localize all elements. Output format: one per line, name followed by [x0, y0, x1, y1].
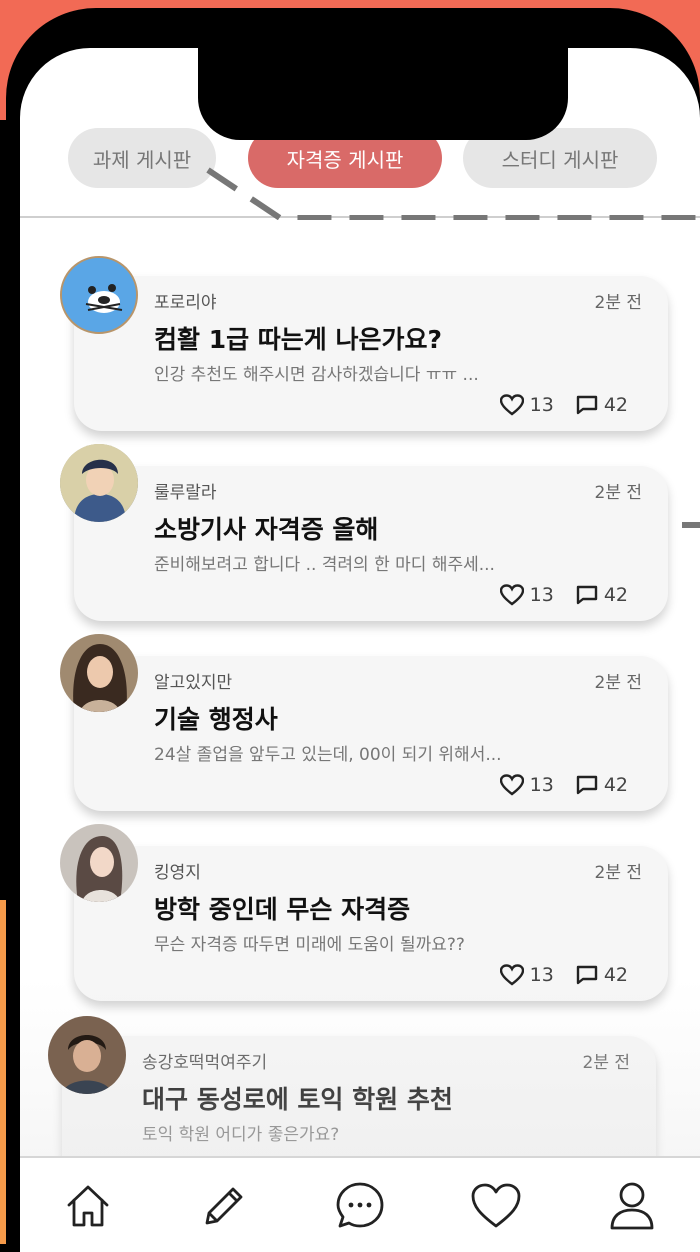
post-time: 2분 전 [594, 863, 643, 883]
post-title: 컴활 1급 따는게 나은가요? [154, 325, 443, 354]
otter-avatar-icon [62, 258, 136, 332]
post-time: 2분 전 [594, 293, 643, 313]
bottom-nav [20, 1156, 700, 1252]
profile-icon [610, 1182, 654, 1230]
avatar[interactable] [60, 824, 138, 902]
post-time: 2분 전 [594, 673, 643, 693]
comment-count: 42 [603, 964, 628, 986]
post-preview: 준비해보려고 합니다 .. 격려의 한 마디 해주세... [154, 555, 495, 575]
post-time: 2분 전 [582, 1053, 631, 1073]
like-heart-icon[interactable] [499, 394, 524, 416]
tab-assignment-board[interactable]: 과제 게시판 [68, 128, 216, 188]
post-preview: 인강 추천도 해주시면 감사하겠습니다 ㅠㅠ ... [154, 365, 479, 385]
avatar[interactable] [60, 256, 138, 334]
avatar[interactable] [60, 444, 138, 522]
post-card[interactable]: 알고있지만 2분 전 기술 행정사 24살 졸업을 앞두고 있는데, 00이 되… [74, 656, 668, 811]
comment-count: 42 [603, 584, 628, 606]
phone-frame: 과제 게시판 자격증 게시판 스터디 게시판 포로리야 2분 전 컴활 1급 따… [6, 8, 700, 1252]
post-author: 송강호떡먹여주기 [142, 1053, 268, 1073]
post-stats: 13 42 [499, 774, 628, 796]
post-author: 포로리야 [154, 293, 217, 313]
avatar[interactable] [60, 634, 138, 712]
woman-avatar-2-icon [60, 824, 138, 902]
nav-chat[interactable] [325, 1171, 395, 1241]
post-stats: 13 42 [499, 964, 628, 986]
post-time: 2분 전 [594, 483, 643, 503]
nav-home[interactable] [53, 1171, 123, 1241]
post-author: 알고있지만 [154, 673, 233, 693]
like-heart-icon[interactable] [499, 584, 524, 606]
post-card[interactable]: 룰루랄라 2분 전 소방기사 자격증 올해 준비해보려고 합니다 .. 격려의 … [74, 466, 668, 621]
comment-count: 42 [603, 394, 628, 416]
comment-count: 42 [603, 774, 628, 796]
post-card[interactable]: 킹영지 2분 전 방학 중인데 무슨 자격증 무슨 자격증 따두면 미래에 도움… [74, 846, 668, 1001]
like-count: 13 [529, 964, 554, 986]
like-count: 13 [529, 394, 554, 416]
post-preview: 토익 학원 어디가 좋은가요? [142, 1125, 340, 1145]
post-preview: 무슨 자격증 따두면 미래에 도움이 될까요?? [154, 935, 465, 955]
home-icon [67, 1185, 109, 1227]
post-card[interactable]: 포로리야 2분 전 컴활 1급 따는게 나은가요? 인강 추천도 해주시면 감사… [74, 276, 668, 431]
chat-icon [336, 1182, 384, 1228]
man-avatar-icon [48, 1016, 126, 1094]
post-preview: 24살 졸업을 앞두고 있는데, 00이 되기 위해서... [154, 745, 502, 765]
anime-boy-avatar-icon [60, 444, 138, 522]
comment-icon[interactable] [576, 775, 598, 795]
nav-write[interactable] [189, 1171, 259, 1241]
post-title: 대구 동성로에 토익 학원 추천 [142, 1085, 453, 1114]
post-stats: 13 42 [499, 584, 628, 606]
like-heart-icon[interactable] [499, 964, 524, 986]
post-author: 룰루랄라 [154, 483, 217, 503]
post-stats: 13 42 [499, 394, 628, 416]
post-author: 킹영지 [154, 863, 201, 883]
post-title: 기술 행정사 [154, 705, 278, 734]
avatar[interactable] [48, 1016, 126, 1094]
post-title: 소방기사 자격증 올해 [154, 515, 379, 544]
like-count: 13 [529, 774, 554, 796]
nav-likes[interactable] [461, 1171, 531, 1241]
nav-profile[interactable] [597, 1171, 667, 1241]
phone-screen: 과제 게시판 자격증 게시판 스터디 게시판 포로리야 2분 전 컴활 1급 따… [20, 48, 700, 1252]
pencil-icon [205, 1187, 243, 1225]
phone-notch [198, 48, 568, 140]
woman-avatar-icon [60, 634, 138, 712]
comment-icon[interactable] [576, 585, 598, 605]
comment-icon[interactable] [576, 395, 598, 415]
like-heart-icon[interactable] [499, 774, 524, 796]
like-count: 13 [529, 584, 554, 606]
annotation-dash-line [206, 167, 700, 220]
post-title: 방학 중인데 무슨 자격증 [154, 895, 411, 924]
post-list: 포로리야 2분 전 컴활 1급 따는게 나은가요? 인강 추천도 해주시면 감사… [20, 218, 700, 1191]
comment-icon[interactable] [576, 965, 598, 985]
heart-icon [471, 1183, 521, 1228]
